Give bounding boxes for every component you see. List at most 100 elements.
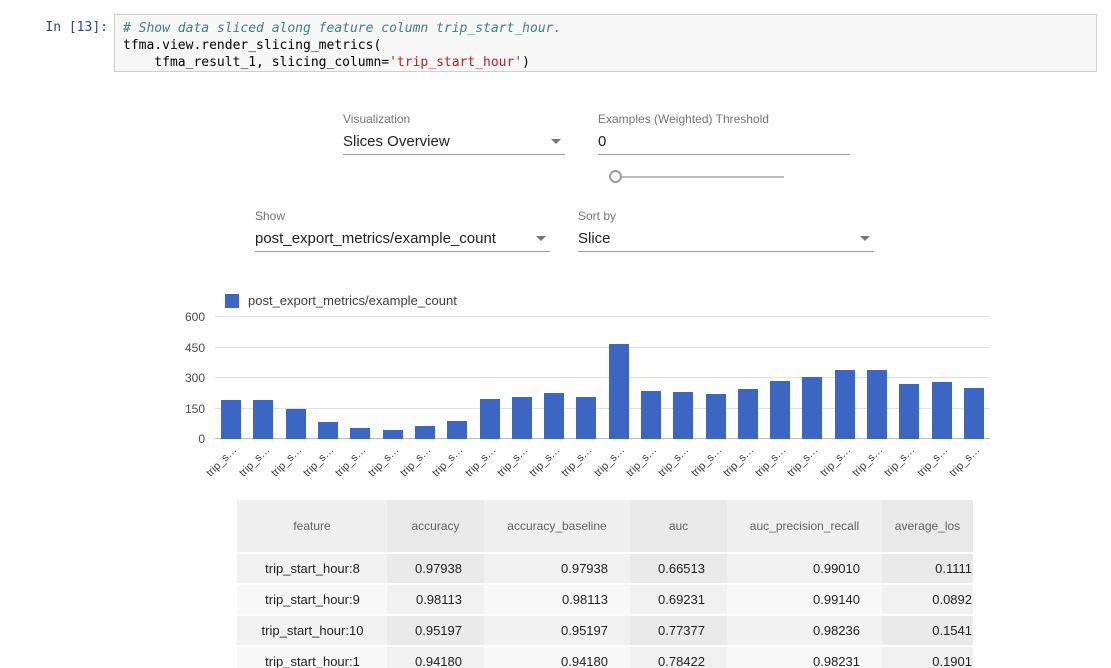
bar-series — [215, 317, 990, 439]
bar-slot — [732, 317, 764, 439]
x-axis-label: trip_s… — [850, 444, 885, 479]
legend-label: post_export_metrics/example_count — [248, 293, 457, 308]
bar-slot — [215, 317, 247, 439]
code-comment: # Show data sliced along feature column … — [123, 21, 561, 36]
bar[interactable] — [867, 370, 887, 439]
code-string: 'trip_start_hour' — [389, 55, 522, 70]
metric-cell: 0.66513 — [630, 553, 727, 584]
code-cell[interactable]: # Show data sliced along feature column … — [114, 14, 1097, 72]
bar-slot — [538, 317, 570, 439]
sort-by-dropdown[interactable]: Slice — [578, 225, 874, 252]
bar-slot — [926, 317, 958, 439]
bar-slot — [506, 317, 538, 439]
x-axis-label: trip_s… — [786, 444, 821, 479]
y-axis-label: 600 — [185, 310, 205, 324]
metric-cell: 0.98113 — [484, 584, 630, 615]
bar-slot — [635, 317, 667, 439]
bar[interactable] — [383, 430, 403, 439]
metric-cell: 0.1541 — [882, 615, 973, 646]
column-header[interactable]: auc — [630, 500, 727, 553]
metric-cell: 0.69231 — [630, 584, 727, 615]
x-axis-label: trip_s… — [495, 444, 530, 479]
bar[interactable] — [609, 344, 629, 439]
metric-cell: 0.78422 — [630, 646, 727, 668]
metric-cell: 0.98113 — [387, 584, 484, 615]
show-value: post_export_metrics/example_count — [255, 230, 496, 247]
metric-cell: 0.97938 — [387, 553, 484, 584]
x-axis-label: trip_s… — [818, 444, 853, 479]
show-dropdown[interactable]: post_export_metrics/example_count — [255, 225, 550, 252]
x-axis-label: trip_s… — [947, 444, 982, 479]
column-header[interactable]: feature — [237, 500, 387, 553]
bar-slot — [796, 317, 828, 439]
column-header[interactable]: accuracy — [387, 500, 484, 553]
metrics-table-body: trip_start_hour:80.979380.979380.665130.… — [237, 553, 973, 668]
metric-cell: 0.98236 — [727, 615, 882, 646]
x-axis-label: trip_s… — [269, 444, 304, 479]
table-row: trip_start_hour:90.981130.981130.692310.… — [237, 584, 973, 615]
metric-cell: 0.1111 — [882, 553, 973, 584]
column-header[interactable]: auc_precision_recall — [727, 500, 882, 553]
bar[interactable] — [253, 400, 273, 439]
bar-slot — [699, 317, 731, 439]
bar[interactable] — [221, 400, 241, 439]
feature-cell: trip_start_hour:10 — [237, 615, 387, 646]
feature-cell: trip_start_hour:9 — [237, 584, 387, 615]
bar-slot — [376, 317, 408, 439]
bar[interactable] — [480, 399, 500, 439]
feature-cell: trip_start_hour:8 — [237, 553, 387, 584]
bar[interactable] — [673, 392, 693, 439]
bar[interactable] — [350, 428, 370, 439]
column-header[interactable]: accuracy_baseline — [484, 500, 630, 553]
legend-swatch — [225, 294, 239, 308]
bar[interactable] — [415, 426, 435, 439]
bar[interactable] — [706, 394, 726, 439]
metric-cell: 0.94180 — [484, 646, 630, 668]
x-axis-label: trip_s… — [398, 444, 433, 479]
bar[interactable] — [641, 391, 661, 439]
threshold-value: 0 — [598, 133, 606, 150]
bar-slot — [409, 317, 441, 439]
x-axis-label: trip_s… — [592, 444, 627, 479]
bar[interactable] — [318, 422, 338, 439]
visualization-dropdown[interactable]: Slices Overview — [343, 128, 565, 155]
bar-slot — [473, 317, 505, 439]
metric-cell: 0.98231 — [727, 646, 882, 668]
x-axis-label: trip_s… — [334, 444, 369, 479]
sort-by-label: Sort by — [578, 209, 616, 223]
threshold-slider-track[interactable] — [616, 176, 784, 178]
bar[interactable] — [576, 397, 596, 439]
chevron-down-icon — [536, 236, 546, 241]
x-axis-label: trip_s… — [237, 444, 272, 479]
bar-slot — [247, 317, 279, 439]
bar[interactable] — [738, 389, 758, 439]
metrics-table-head-row: featureaccuracyaccuracy_baselineaucauc_p… — [237, 500, 973, 553]
sort-by-value: Slice — [578, 230, 611, 247]
bar[interactable] — [899, 384, 919, 439]
metric-cell: 0.97938 — [484, 553, 630, 584]
threshold-slider-knob[interactable] — [609, 170, 622, 183]
x-axis-label: trip_s… — [366, 444, 401, 479]
bar[interactable] — [770, 381, 790, 439]
threshold-input[interactable]: 0 — [598, 128, 850, 155]
bar[interactable] — [512, 397, 532, 439]
metric-cell: 0.1901 — [882, 646, 973, 668]
bar-slot — [441, 317, 473, 439]
bar[interactable] — [932, 382, 952, 439]
x-axis-labels: trip_s…trip_s…trip_s…trip_s…trip_s…trip_… — [215, 444, 990, 486]
bar[interactable] — [802, 377, 822, 439]
bar[interactable] — [964, 388, 984, 439]
code-text: ) — [522, 55, 530, 70]
metric-cell: 0.95197 — [387, 615, 484, 646]
y-axis-label: 150 — [185, 402, 205, 416]
column-header[interactable]: average_los — [882, 500, 973, 553]
bar-slot — [280, 317, 312, 439]
bar-slot — [312, 317, 344, 439]
bar[interactable] — [447, 421, 467, 439]
feature-cell: trip_start_hour:1 — [237, 646, 387, 668]
bar[interactable] — [835, 370, 855, 439]
metric-cell: 0.77377 — [630, 615, 727, 646]
plot-area — [215, 317, 990, 439]
bar[interactable] — [544, 393, 564, 439]
bar[interactable] — [286, 409, 306, 440]
